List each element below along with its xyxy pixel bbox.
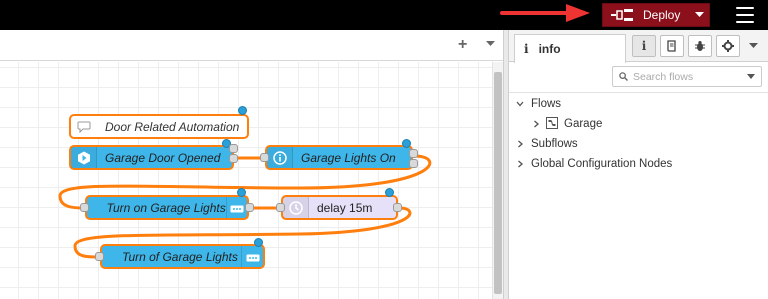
deploy-main[interactable]: Deploy (603, 4, 689, 26)
call-service-node[interactable]: Turn of Garage Lights (100, 244, 265, 269)
info-icon: i (524, 42, 529, 56)
tree-item-subflows[interactable]: Subflows (509, 134, 768, 154)
menu-bar (736, 14, 754, 16)
changed-indicator (238, 106, 247, 115)
input-port[interactable] (276, 203, 285, 212)
event-state-node[interactable]: Garage Door Opened (69, 145, 234, 170)
debug-tab-button[interactable] (688, 35, 712, 57)
deploy-button[interactable]: Deploy (602, 3, 710, 27)
node-label: Garage Door Opened (105, 150, 221, 165)
bug-icon (695, 41, 705, 51)
menu-bar (736, 21, 754, 23)
caret-down-icon (694, 12, 704, 17)
search-placeholder: Search flows (633, 70, 694, 83)
output-port[interactable] (229, 144, 238, 153)
chevron-right-icon (518, 160, 523, 168)
changed-indicator (237, 188, 246, 197)
output-port[interactable] (409, 159, 418, 168)
plus-icon[interactable]: + (458, 37, 467, 53)
tree-label: Garage (564, 118, 603, 130)
call-service-node[interactable]: Turn on Garage Lights (85, 195, 249, 220)
workspace-tabs-bar: + (0, 30, 507, 61)
deploy-icon (611, 9, 633, 21)
node-label: Turn of Garage Lights (122, 249, 238, 264)
input-port[interactable] (260, 153, 269, 162)
caret-down-icon[interactable] (749, 43, 758, 49)
tree-item-flows[interactable]: Flows (509, 94, 768, 114)
help-tab-button[interactable] (660, 35, 684, 57)
book-icon (667, 40, 676, 52)
input-port[interactable] (80, 203, 89, 212)
flow-tree: Flows Garage Subflows Global Configurati… (509, 94, 768, 174)
search-flows-input[interactable]: Search flows (612, 66, 762, 87)
output-port[interactable] (393, 203, 402, 212)
info-icon: i (641, 39, 647, 53)
chevron-right-icon (518, 140, 523, 148)
deploy-label: Deploy (643, 8, 681, 22)
delay-node[interactable]: delay 15m (281, 195, 398, 220)
output-port[interactable] (229, 154, 238, 163)
tree-item-garage[interactable]: Garage (509, 114, 768, 134)
node-label: Turn on Garage Lights (106, 200, 226, 215)
tree-item-global-config[interactable]: Global Configuration Nodes (509, 154, 768, 174)
gear-icon (722, 40, 734, 52)
comment-icon (71, 116, 97, 137)
caret-down-icon[interactable] (486, 41, 495, 47)
hexagon-icon (71, 147, 97, 168)
workspace-scrollbar[interactable] (492, 62, 503, 299)
header-bar: Deploy (0, 0, 768, 30)
tab-info-label: info (538, 42, 561, 56)
divider (509, 92, 768, 93)
output-port[interactable] (409, 149, 418, 158)
caret-down-icon[interactable] (747, 74, 755, 79)
info-icon (267, 147, 293, 168)
input-port[interactable] (95, 252, 104, 261)
tree-label: Subflows (531, 138, 578, 150)
node-spacer (87, 197, 101, 218)
sidebar-tabs: i info i (509, 30, 768, 63)
scrollbar-thumb[interactable] (494, 72, 502, 294)
node-spacer (102, 246, 116, 267)
tab-info[interactable]: i info (514, 34, 626, 63)
timer-icon (283, 197, 309, 218)
changed-indicator (385, 188, 394, 197)
comment-node[interactable]: Door Related Automation (69, 114, 249, 139)
changed-indicator (402, 139, 411, 148)
node-label: delay 15m (317, 200, 373, 215)
remote-icon (225, 197, 247, 218)
red-arrow-annotation (500, 4, 590, 22)
node-label: Door Related Automation (105, 119, 240, 134)
menu-bar (736, 7, 754, 9)
config-tab-button[interactable] (716, 35, 740, 57)
tree-label: Global Configuration Nodes (531, 158, 673, 170)
node-label: Garage Lights On (301, 150, 396, 165)
search-icon (619, 72, 628, 81)
info-tab-button[interactable]: i (632, 35, 656, 57)
current-state-node[interactable]: Garage Lights On (265, 145, 413, 170)
deploy-options-button[interactable] (689, 4, 709, 26)
tree-label: Flows (531, 98, 562, 110)
flow-icon (546, 117, 558, 129)
sidebar: i info i Search flows Flows Garage Subfl… (509, 30, 768, 299)
output-port[interactable] (245, 203, 254, 212)
chevron-right-icon (534, 120, 539, 128)
remote-icon (241, 246, 263, 267)
changed-indicator (254, 238, 263, 247)
chevron-down-icon (516, 101, 524, 107)
main-menu-icon[interactable] (736, 7, 754, 23)
